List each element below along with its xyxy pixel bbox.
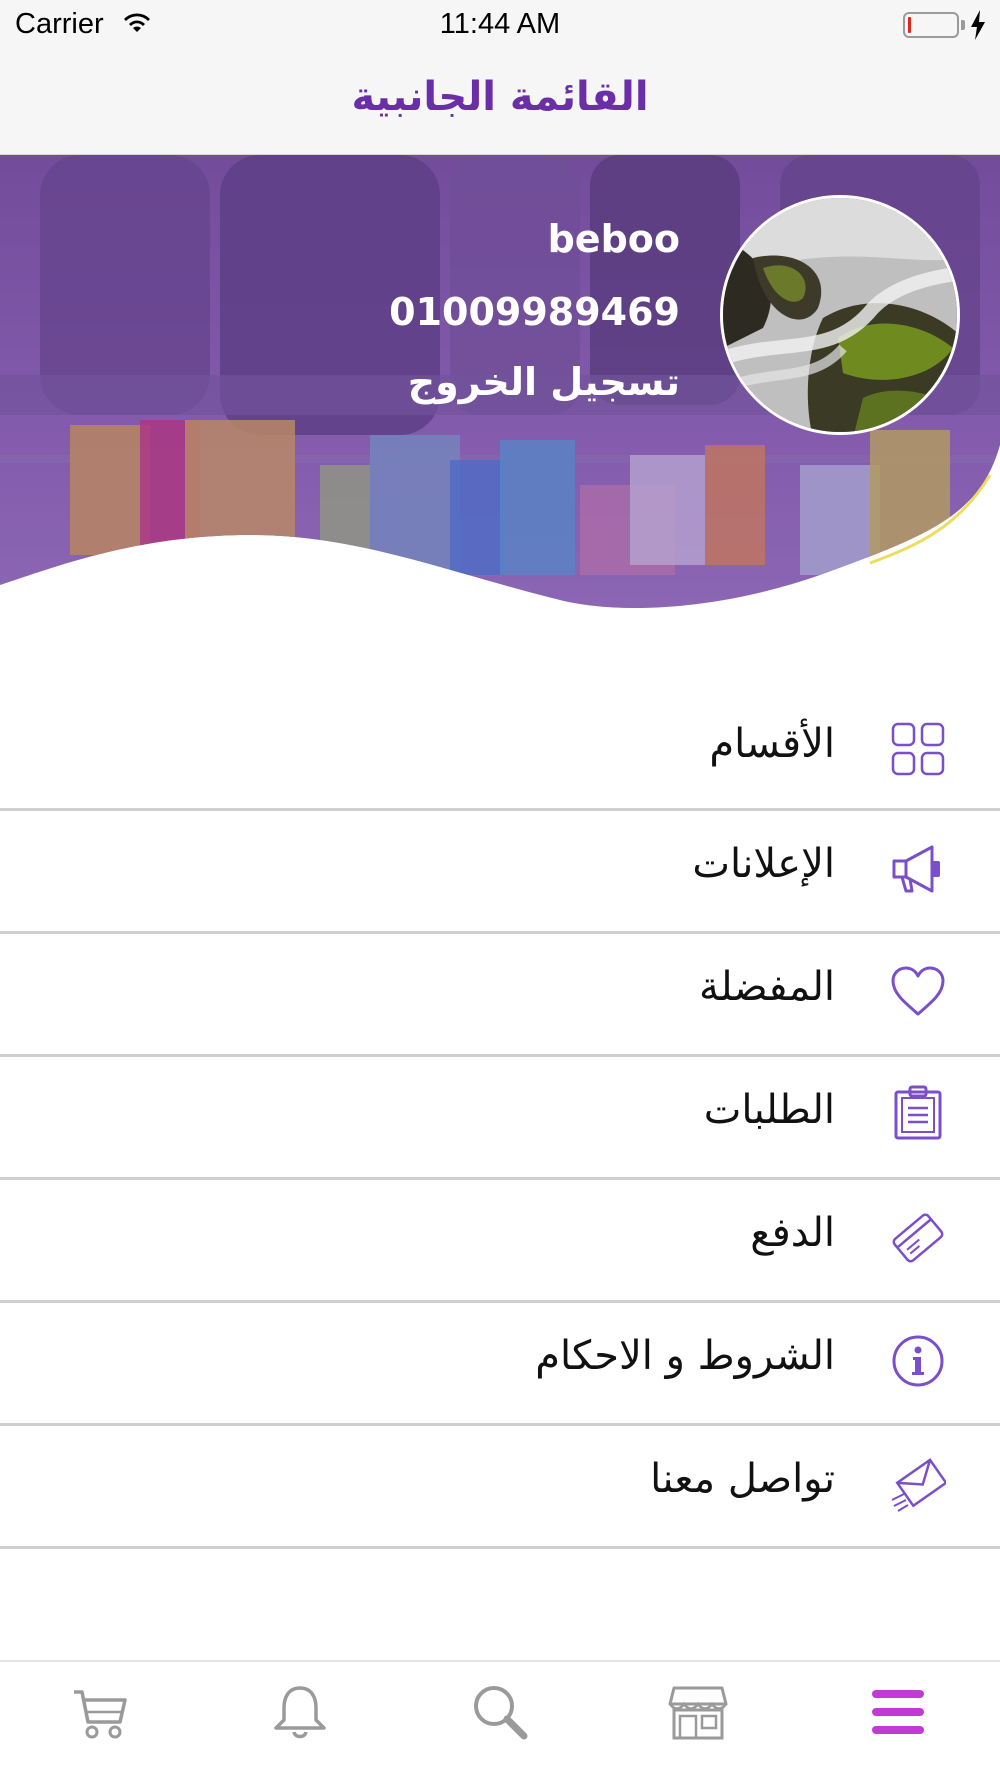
menu-item-label: المفضلة: [698, 964, 835, 1010]
menu-item-label: الشروط و الاحكام: [535, 1333, 835, 1379]
menu-item-label: الطلبات: [703, 1087, 835, 1133]
search-icon[interactable]: [470, 1682, 530, 1742]
menu-item-categories[interactable]: الأقسام: [0, 695, 1000, 811]
menu-icon[interactable]: [868, 1682, 928, 1742]
status-bar: Carrier 11:44 AM: [0, 0, 1000, 52]
status-time: 11:44 AM: [439, 8, 561, 40]
menu-item-payment[interactable]: الدفع: [0, 1180, 1000, 1303]
menu-item-ads[interactable]: الإعلانات: [0, 811, 1000, 934]
logout-button[interactable]: تسجيل الخروج: [408, 360, 680, 404]
grid-icon: [891, 722, 945, 776]
heart-icon: [891, 966, 945, 1016]
bell-icon[interactable]: [270, 1682, 330, 1742]
info-icon: [892, 1335, 944, 1387]
credit-card-icon: [892, 1213, 944, 1263]
side-menu-list: الأقسام الإعلانات المفضلة الطلبات الدفع …: [0, 695, 1000, 1549]
store-icon[interactable]: [668, 1682, 728, 1742]
menu-item-orders[interactable]: الطلبات: [0, 1057, 1000, 1180]
bottom-tab-bar: [0, 1660, 1000, 1778]
cart-icon[interactable]: [70, 1682, 130, 1742]
avatar[interactable]: [720, 195, 960, 435]
menu-item-terms[interactable]: الشروط و الاحكام: [0, 1303, 1000, 1426]
menu-item-label: تواصل معنا: [650, 1456, 835, 1502]
megaphone-icon: [892, 845, 940, 893]
user-name: beboo: [547, 217, 680, 261]
navigation-bar: القائمة الجانبية: [0, 52, 1000, 155]
battery-icon: [903, 12, 959, 38]
menu-item-contact[interactable]: تواصل معنا: [0, 1426, 1000, 1549]
user-phone: 01009989469: [389, 290, 680, 334]
charging-bolt-icon: [971, 10, 985, 40]
menu-item-label: الدفع: [750, 1210, 835, 1256]
menu-item-label: الأقسام: [709, 721, 835, 767]
profile-header: beboo 01009989469 تسجيل الخروج: [0, 155, 1000, 695]
clipboard-icon: [894, 1085, 942, 1140]
avatar-image: [723, 198, 957, 432]
menu-item-label: الإعلانات: [692, 841, 835, 887]
send-mail-icon: [891, 1458, 946, 1512]
page-title: القائمة الجانبية: [351, 74, 649, 120]
menu-item-favorites[interactable]: المفضلة: [0, 934, 1000, 1057]
